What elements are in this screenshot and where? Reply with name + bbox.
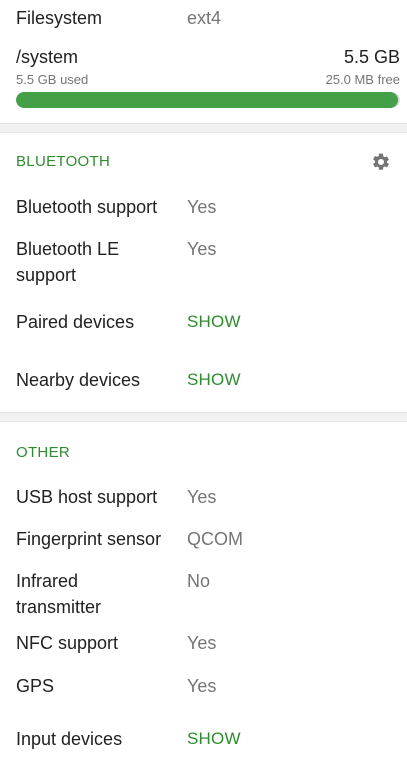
storage-used: 5.5 GB used	[16, 72, 89, 87]
filesystem-label: Filesystem	[16, 8, 103, 28]
storage-progress-bar	[16, 92, 400, 108]
row-value: Yes	[187, 633, 217, 653]
row-label: Bluetooth LE support	[16, 239, 120, 285]
row-label: USB host support	[16, 487, 158, 507]
nearby-devices-show-button[interactable]: SHOW	[187, 367, 241, 393]
input-devices-show-button[interactable]: SHOW	[187, 726, 241, 752]
row-label: Paired devices	[16, 312, 135, 332]
section-divider	[0, 412, 407, 422]
other-section-title: OTHER	[16, 444, 70, 461]
storage-progress-fill	[16, 92, 399, 108]
storage-size: 5.5 GB	[343, 47, 400, 67]
row-label: Nearby devices	[16, 370, 141, 390]
device-info-screen: Filesystem ext4 /system 5.5 GB 5.5 GB us…	[0, 0, 407, 765]
storage-free: 25.0 MB free	[325, 72, 400, 87]
gear-icon[interactable]	[371, 152, 391, 172]
row-value: No	[187, 571, 211, 591]
row-value: Yes	[187, 487, 217, 507]
filesystem-value: ext4	[187, 8, 222, 28]
storage-card: Filesystem ext4 /system 5.5 GB 5.5 GB us…	[0, 0, 407, 123]
bluetooth-section-title: BLUETOOTH	[16, 153, 111, 170]
storage-name: /system	[16, 47, 79, 67]
paired-devices-show-button[interactable]: SHOW	[187, 309, 241, 335]
row-value: Yes	[187, 239, 217, 259]
row-label: NFC support	[16, 633, 119, 653]
row-value: QCOM	[187, 529, 243, 549]
row-value: Yes	[187, 197, 217, 217]
row-value: Yes	[187, 676, 217, 696]
section-divider	[0, 123, 407, 133]
row-label: Bluetooth support	[16, 197, 158, 217]
row-label: Fingerprint sensor	[16, 529, 162, 549]
row-label: Input devices	[16, 729, 123, 749]
row-label: GPS	[16, 676, 55, 696]
row-label: Infrared transmitter	[16, 571, 102, 617]
